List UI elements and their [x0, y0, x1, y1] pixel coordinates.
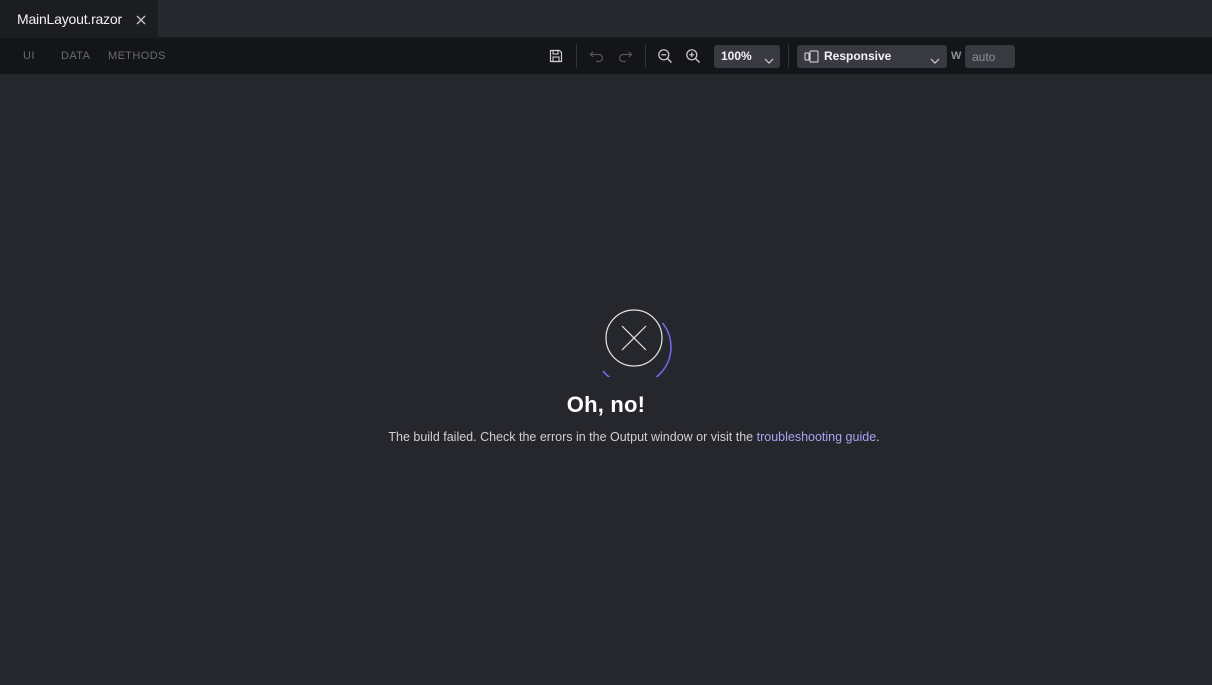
- zoom-in-icon[interactable]: [683, 46, 703, 66]
- tab-mainlayout[interactable]: MainLayout.razor: [0, 0, 158, 38]
- undo-icon[interactable]: [587, 46, 607, 66]
- chevron-down-icon: [930, 52, 940, 70]
- toolbar-divider: [645, 44, 646, 68]
- device-value: Responsive: [824, 49, 892, 63]
- mode-tab-ui[interactable]: UI: [23, 38, 35, 74]
- close-icon[interactable]: [135, 13, 147, 25]
- error-title: Oh, no!: [566, 392, 646, 417]
- chevron-down-icon: [764, 52, 774, 70]
- tab-label: MainLayout.razor: [17, 11, 122, 27]
- toolbar-divider: [788, 44, 789, 68]
- error-message-text: The build failed. Check the errors in th…: [388, 430, 757, 444]
- error-message: The build failed. Check the errors in th…: [0, 430, 1212, 444]
- zoom-out-icon[interactable]: [655, 46, 675, 66]
- zoom-value: 100%: [721, 49, 752, 63]
- device-select[interactable]: Responsive: [797, 45, 947, 68]
- redo-icon[interactable]: [615, 46, 635, 66]
- designer-toolbar: UI DATA METHODS 100% Responsive W: [0, 38, 1212, 74]
- zoom-select[interactable]: 100%: [714, 45, 780, 68]
- save-icon[interactable]: [546, 46, 566, 66]
- mode-tab-data[interactable]: DATA: [61, 38, 90, 74]
- width-label: W: [951, 50, 962, 62]
- error-message-end: .: [876, 430, 880, 444]
- toolbar-divider: [576, 44, 577, 68]
- error-x-icon: [598, 305, 674, 387]
- width-input[interactable]: [965, 45, 1015, 68]
- tab-bar: MainLayout.razor: [0, 0, 1212, 38]
- device-icon: [804, 50, 820, 68]
- mode-tab-methods[interactable]: METHODS: [108, 38, 166, 74]
- troubleshooting-guide-link[interactable]: troubleshooting guide: [757, 430, 877, 444]
